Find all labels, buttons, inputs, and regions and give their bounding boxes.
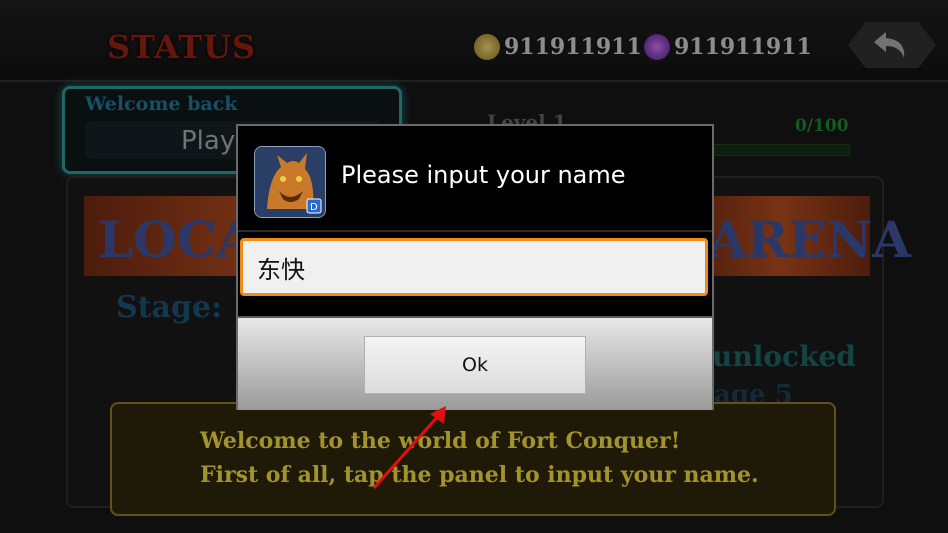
ok-button[interactable]: Ok [364,336,586,394]
svg-text:D: D [310,202,318,213]
dialog-button-bar: Ok [238,316,712,410]
dialog-title: Please input your name [341,161,626,189]
werewolf-app-icon: D [254,146,326,218]
name-input-dialog: D Please input your name Ok [236,124,714,410]
name-input[interactable] [240,238,708,296]
title-divider [238,230,712,232]
